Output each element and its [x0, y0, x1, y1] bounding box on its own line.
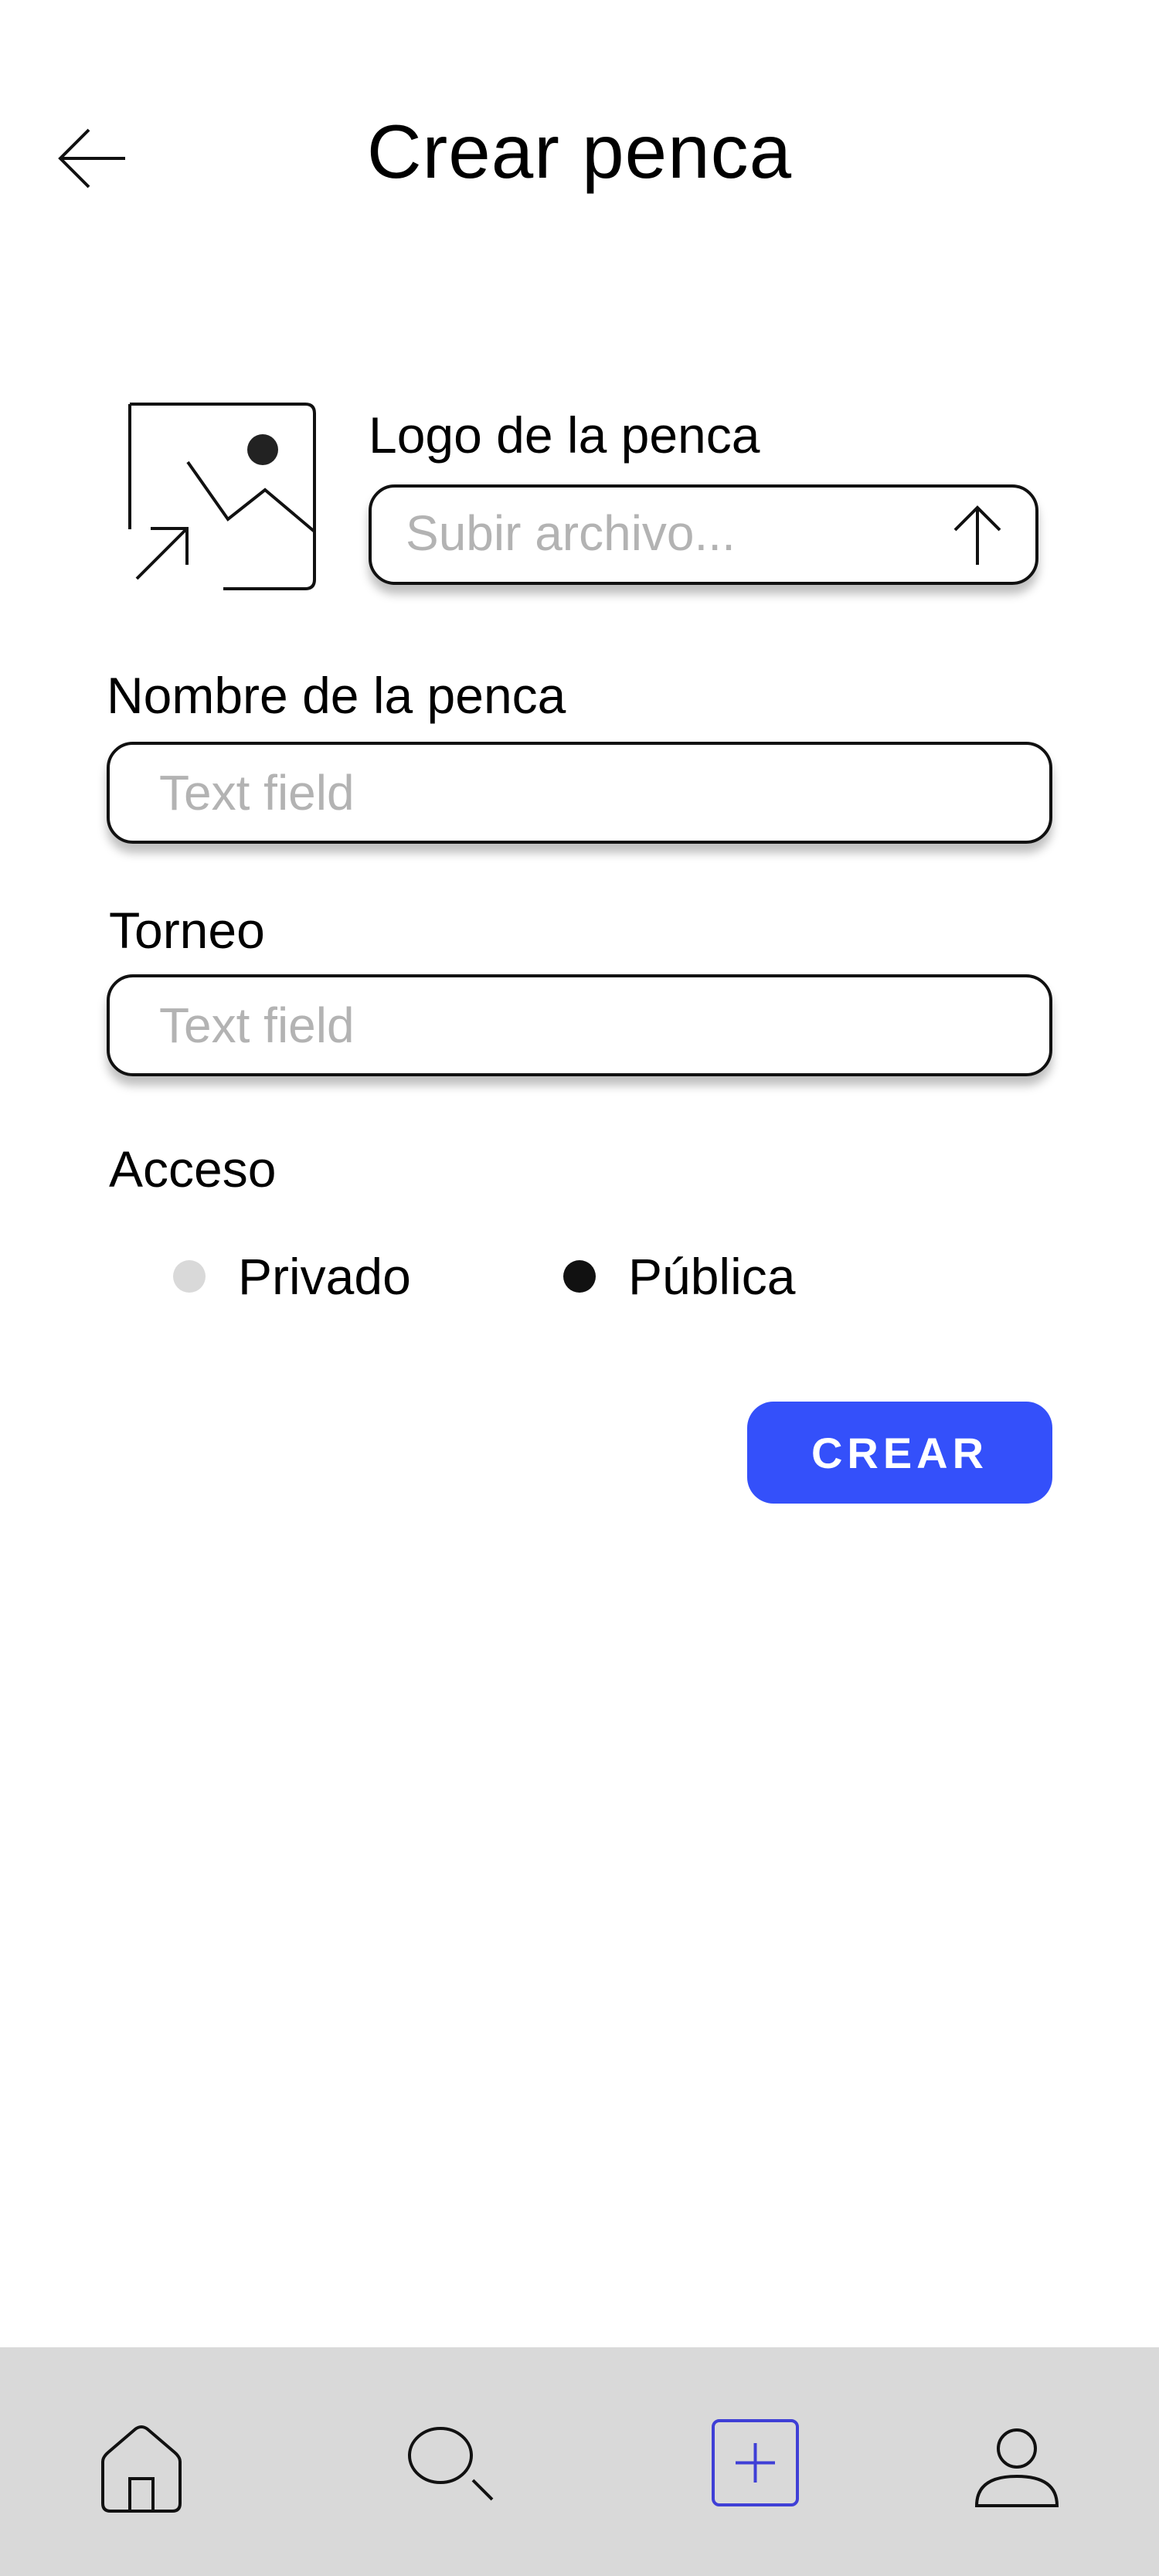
search-icon — [408, 2427, 494, 2501]
user-icon — [974, 2428, 1059, 2507]
upload-file-field[interactable]: Subir archivo... — [369, 484, 1038, 585]
nombre-input[interactable] — [110, 745, 1049, 841]
logo-label: Logo de la penca — [369, 406, 760, 464]
nav-search[interactable] — [406, 2425, 498, 2506]
bottom-nav — [0, 2347, 1159, 2576]
radio-publica-indicator — [563, 1260, 596, 1293]
home-icon — [101, 2425, 182, 2513]
radio-publica[interactable]: Pública — [563, 1247, 795, 1306]
torneo-input[interactable] — [110, 977, 1049, 1073]
image-placeholder-icon — [128, 403, 316, 590]
nombre-field-wrapper — [107, 742, 1052, 844]
arrow-up-icon — [953, 505, 1001, 565]
header: Crear penca — [0, 0, 1159, 309]
page-title: Crear penca — [366, 109, 793, 194]
torneo-label: Torneo — [109, 902, 265, 959]
nav-profile[interactable] — [974, 2428, 1060, 2513]
nav-home[interactable] — [99, 2423, 184, 2520]
radio-privado-label: Privado — [238, 1248, 411, 1305]
logo-preview — [127, 402, 317, 591]
crear-button[interactable]: CREAR — [747, 1402, 1052, 1504]
radio-publica-label: Pública — [628, 1248, 796, 1305]
upload-placeholder: Subir archivo... — [406, 505, 736, 561]
acceso-label: Acceso — [109, 1140, 277, 1198]
radio-privado-indicator — [173, 1260, 206, 1293]
nav-add[interactable] — [711, 2418, 800, 2511]
add-square-icon — [712, 2419, 799, 2506]
nombre-label: Nombre de la penca — [107, 667, 566, 724]
radio-privado[interactable]: Privado — [173, 1247, 411, 1306]
torneo-field-wrapper — [107, 974, 1052, 1076]
